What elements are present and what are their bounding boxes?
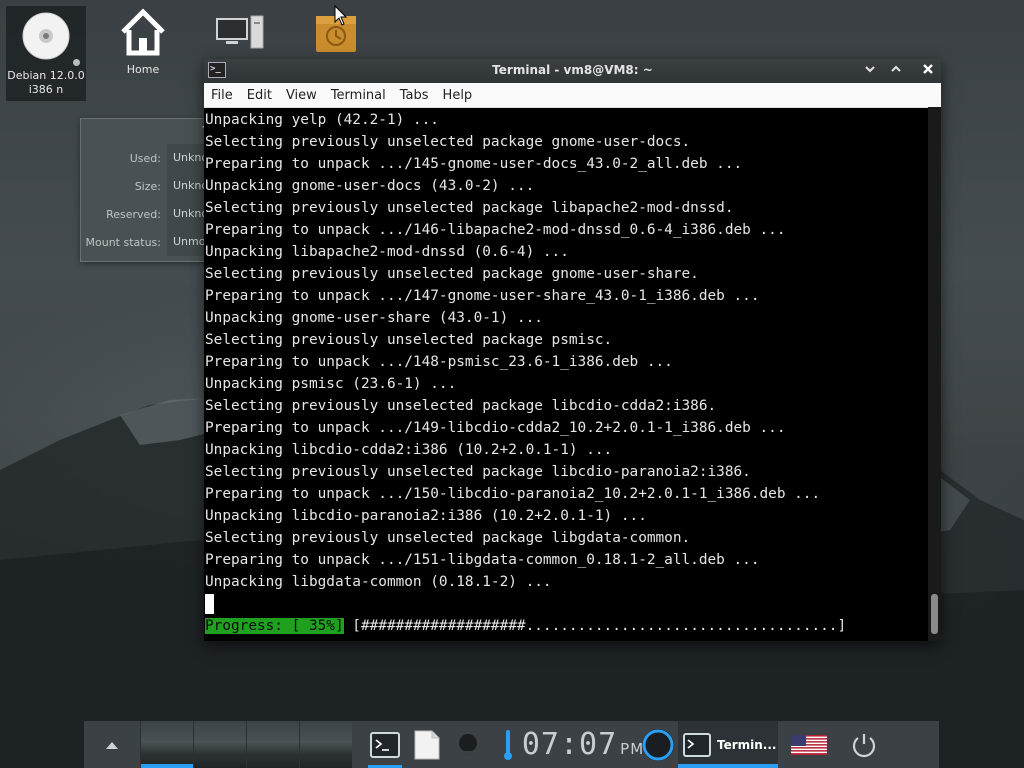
desktop-icon-debian-disc[interactable]: Debian 12.0.0 i386 n (6, 6, 86, 101)
terminal-line: Unpacking gnome-user-docs (43.0-2) ... (205, 178, 535, 194)
menu-bar: File Edit View Terminal Tabs Help (204, 83, 941, 108)
terminal-line: Unpacking libcdio-cdda2:i386 (10.2+2.0.1… (205, 442, 613, 458)
terminal-line: Preparing to unpack .../149-libcdio-cdda… (205, 420, 786, 436)
home-icon (121, 8, 165, 56)
close-icon (923, 64, 933, 74)
workspace-3[interactable] (246, 721, 299, 768)
terminal-line: Preparing to unpack .../150-libcdio-para… (205, 486, 821, 502)
file-icon (414, 730, 440, 759)
desktop-icon-label: i386 n (28, 83, 64, 96)
menu-terminal[interactable]: Terminal (324, 88, 393, 103)
keyboard-layout[interactable] (778, 721, 840, 768)
bulb-icon (459, 733, 477, 756)
terminal-line: Preparing to unpack .../147-gnome-user-s… (205, 288, 760, 304)
drive-info-key: Size: (134, 179, 161, 193)
drive-info-key: Mount status: (85, 235, 161, 249)
tray-indicator[interactable] (638, 721, 678, 768)
mouse-pointer-icon (334, 5, 348, 26)
terminal-line: Preparing to unpack .../151-libgdata-com… (205, 552, 760, 568)
computer-icon (216, 15, 264, 49)
drive-info-key: Used: (129, 151, 161, 165)
terminal-window[interactable]: >_ Terminal - vm8@VM8: ~ File Edit View … (204, 59, 941, 641)
power-button[interactable] (840, 721, 888, 768)
terminal-line: Unpacking gnome-user-share (43.0-1) ... (205, 310, 543, 326)
show-desktop-button[interactable] (84, 721, 140, 768)
scrollbar[interactable] (928, 107, 941, 641)
taskbar: 07:07 PM Termin... (84, 721, 939, 768)
window-titlebar[interactable]: >_ Terminal - vm8@VM8: ~ (204, 59, 941, 83)
ring-icon (642, 728, 674, 761)
terminal-line: Selecting previously unselected package … (205, 398, 717, 414)
terminal-line: Selecting previously unselected package … (205, 332, 613, 348)
menu-tabs[interactable]: Tabs (393, 88, 436, 103)
launcher-terminal[interactable] (364, 721, 406, 768)
progress-label: Progress: [ 35%] (205, 618, 344, 634)
workspace-4[interactable] (299, 721, 352, 768)
terminal-line: Selecting previously unselected package … (205, 464, 751, 480)
terminal-line: Unpacking libapache2-mod-dnssd (0.6-4) .… (205, 244, 569, 260)
taskbar-task-terminal[interactable]: Termin... (678, 721, 778, 768)
clock-time: 07:07 (521, 727, 618, 762)
terminal-icon (370, 731, 400, 758)
text-cursor (205, 594, 214, 614)
desktop-icon-computer[interactable] (200, 14, 280, 53)
terminal-output[interactable]: Unpacking yelp (42.2-1) ... Selecting pr… (204, 107, 928, 643)
progress-line: Progress: [ 35%] [###################...… (204, 615, 928, 637)
terminal-line: Unpacking libgdata-common (0.18.1-2) ... (205, 574, 552, 590)
terminal-line: Selecting previously unselected package … (205, 134, 691, 150)
chevron-down-icon (865, 66, 875, 73)
chevron-up-icon (106, 741, 118, 749)
desktop-icon-home[interactable]: Home (103, 8, 183, 76)
menu-file[interactable]: File (204, 88, 240, 103)
progress-bar: [###################....................… (352, 618, 847, 634)
desktop-icon-label: Home (126, 63, 160, 76)
launcher-files[interactable] (406, 721, 448, 768)
menu-view[interactable]: View (279, 88, 324, 103)
menu-edit[interactable]: Edit (240, 88, 279, 103)
tray-brightness[interactable] (448, 721, 488, 768)
terminal-line: Unpacking psmisc (23.6-1) ... (205, 376, 457, 392)
workspace-2[interactable] (193, 721, 246, 768)
close-button[interactable] (919, 62, 937, 80)
terminal-cursor-line (204, 593, 928, 615)
power-icon (852, 733, 876, 757)
minimize-button[interactable] (861, 62, 879, 80)
scrollbar-thumb[interactable] (931, 594, 938, 634)
taskbar-task-label: Termin... (717, 737, 777, 752)
terminal-line: Unpacking yelp (42.2-1) ... (205, 112, 439, 128)
workspace-1[interactable] (140, 721, 193, 768)
desktop-icon-label: Debian 12.0.0 (7, 69, 85, 82)
flag-icon (791, 734, 827, 755)
clock[interactable]: 07:07 PM (522, 721, 643, 768)
menu-help[interactable]: Help (436, 88, 480, 103)
maximize-button[interactable] (887, 62, 905, 80)
terminal-icon (683, 732, 711, 757)
thermometer-icon (504, 729, 512, 760)
chevron-up-icon (891, 65, 901, 72)
drive-info-key: Reserved: (106, 207, 161, 221)
terminal-line: Selecting previously unselected package … (205, 200, 734, 216)
terminal-line: Preparing to unpack .../146-libapache2-m… (205, 222, 786, 238)
mounted-indicator (73, 59, 80, 66)
terminal-line: Selecting previously unselected package … (205, 530, 691, 546)
terminal-line: Preparing to unpack .../145-gnome-user-d… (205, 156, 743, 172)
terminal-line: Unpacking libcdio-paranoia2:i386 (10.2+2… (205, 508, 647, 524)
disc-icon (22, 12, 70, 60)
terminal-line: Preparing to unpack .../148-psmisc_23.6-… (205, 354, 673, 370)
terminal-line: Selecting previously unselected package … (205, 266, 699, 282)
window-title: Terminal - vm8@VM8: ~ (492, 63, 653, 77)
